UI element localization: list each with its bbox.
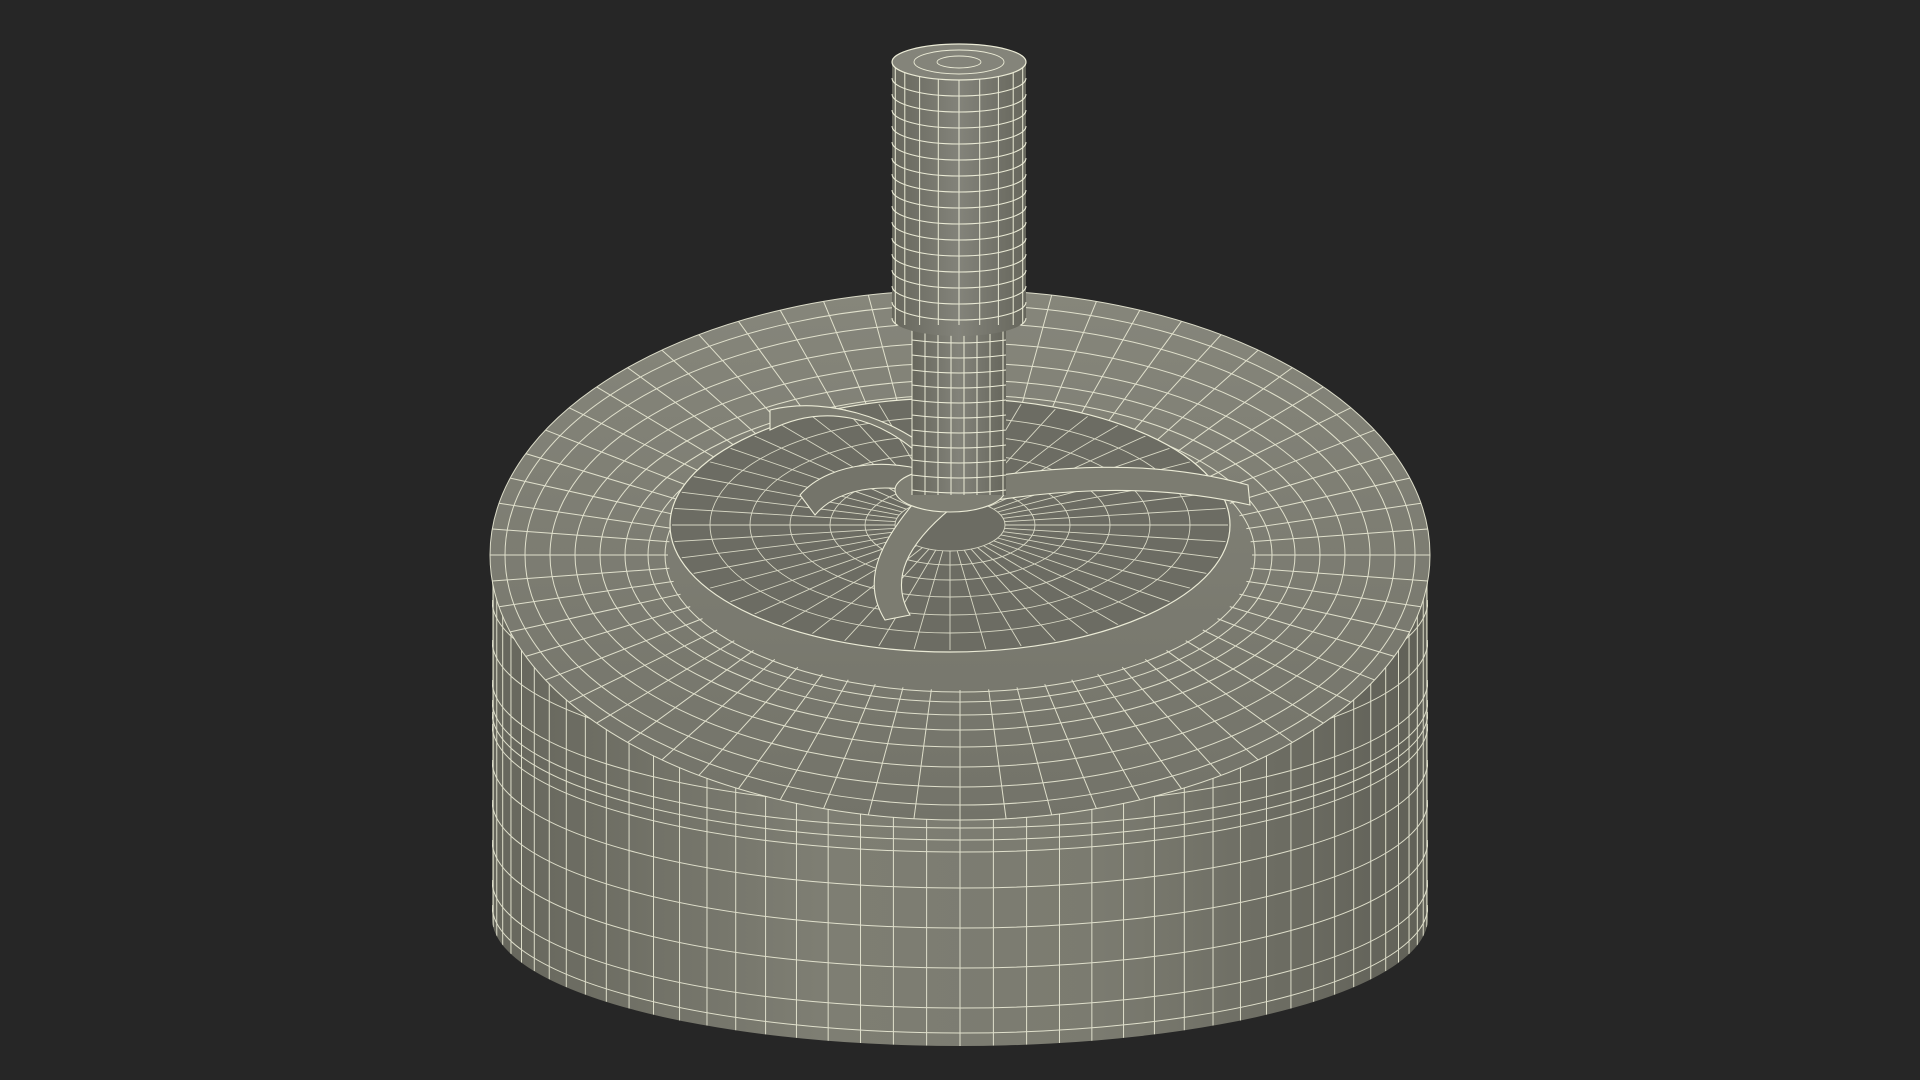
ashtray-stem [911,330,1007,495]
ashtray-wireframe-render [489,43,1431,1046]
render-viewport [0,0,1920,1080]
ashtray-handle [891,43,1027,336]
